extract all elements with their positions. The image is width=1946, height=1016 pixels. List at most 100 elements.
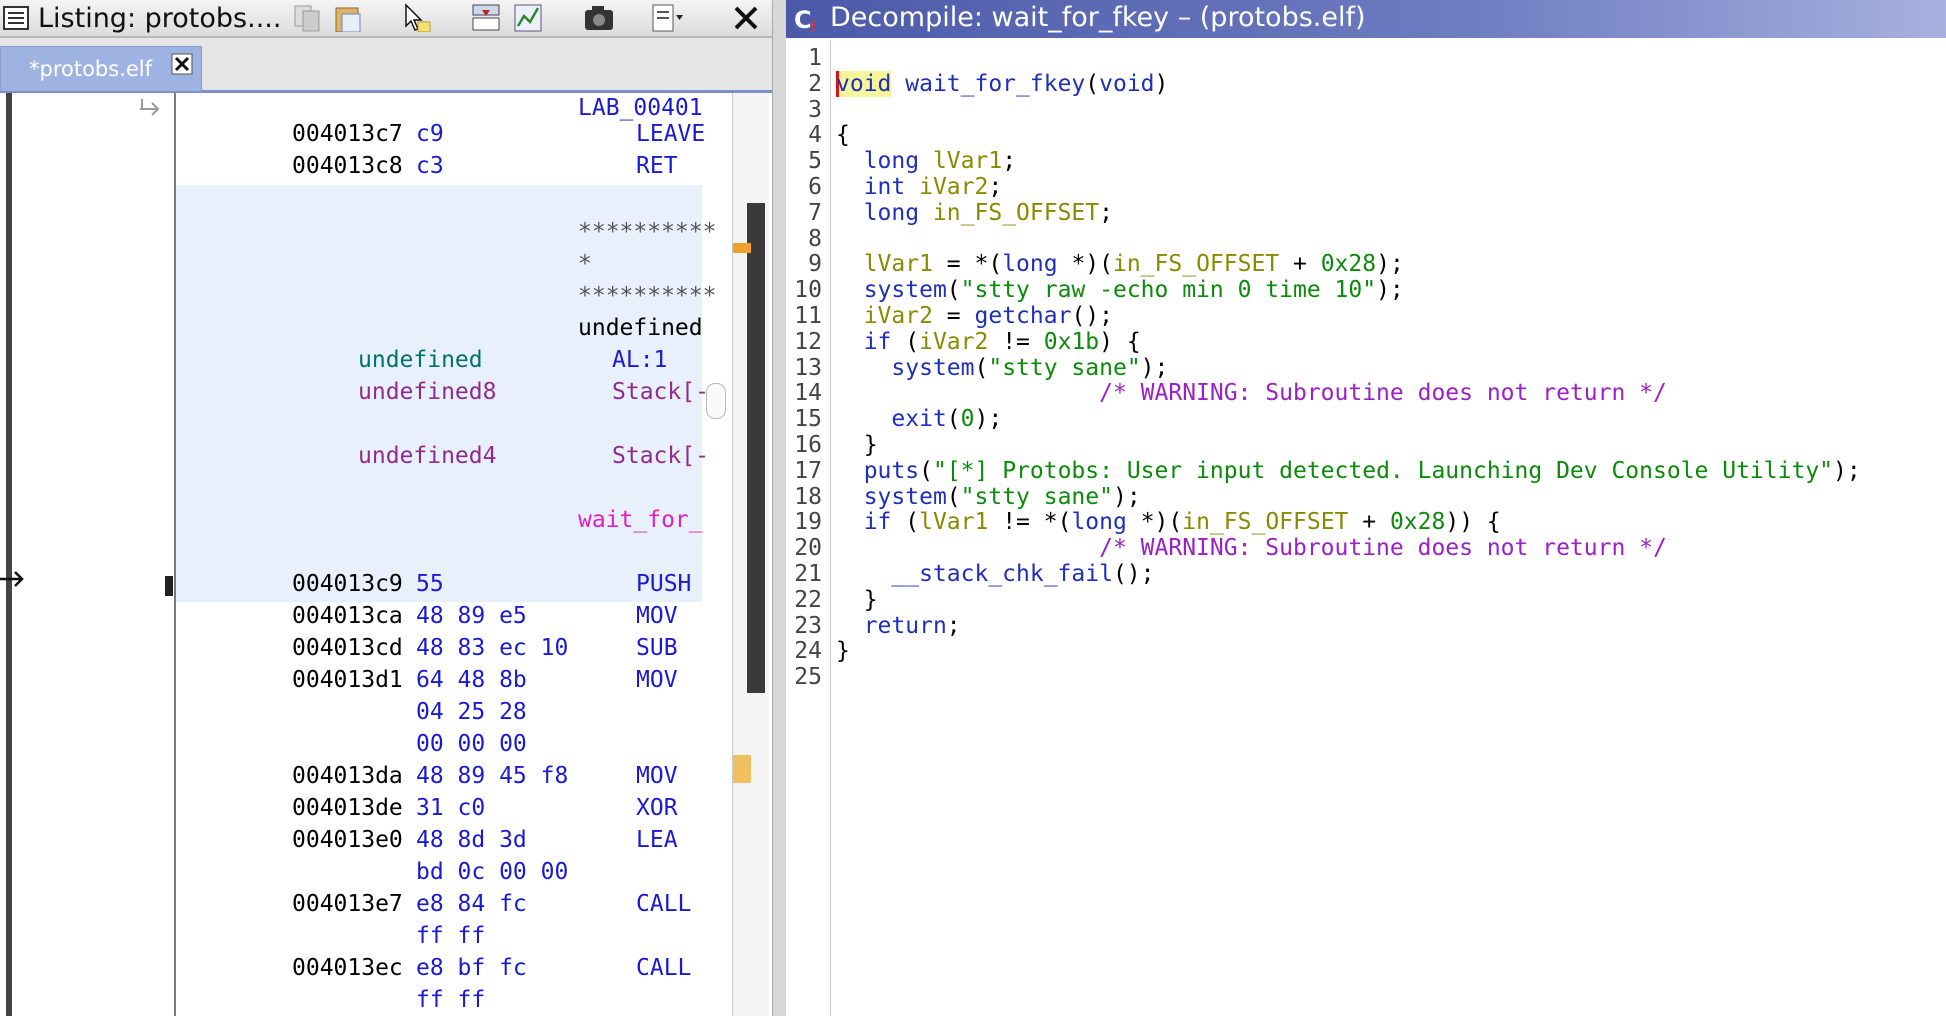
decompile-panel: C f Decompile: wait_for_fkey – (protobs.… <box>786 0 1946 1016</box>
tab-label: *protobs.elf <box>29 57 153 81</box>
listing-title: Listing: protobs.... <box>38 3 282 34</box>
local-location: Stack[- <box>612 379 709 405</box>
punctuation-token: } <box>836 638 850 665</box>
tab-bar: *protobs.elf <box>0 38 772 93</box>
listing-bytes: 00 00 00 <box>416 731 527 757</box>
punctuation-token <box>836 200 864 226</box>
listing-bytes: bd 0c 00 00 <box>416 859 569 885</box>
listing-mnemonic: CALL <box>636 891 692 917</box>
window-menu-icon[interactable] <box>650 2 684 32</box>
listing-bytes: 64 48 8b <box>416 667 527 693</box>
cursor-select-icon[interactable] <box>400 2 434 32</box>
flow-arrow-icon <box>140 99 160 116</box>
tab-protobs-elf[interactable]: *protobs.elf <box>0 46 202 91</box>
listing-mnemonic: MOV <box>636 667 678 693</box>
tab-close-icon[interactable] <box>171 53 193 75</box>
code-line[interactable]: return; <box>836 610 961 642</box>
svg-text:f: f <box>810 20 816 34</box>
comment-token[interactable]: /* WARNING: Subroutine does not return *… <box>1099 535 1667 561</box>
margin-stripe <box>6 93 12 1016</box>
punctuation-token: ); <box>974 406 1003 433</box>
code-line[interactable]: long in_FS_OFFSET; <box>836 197 1113 229</box>
marker-selection <box>733 755 751 783</box>
listing-bytes: ff ff <box>416 987 486 1013</box>
listing-comment-stars: ********** <box>578 219 717 245</box>
function-token[interactable]: __stack_chk_fail <box>891 561 1113 587</box>
local-type: undefined8 <box>358 379 497 405</box>
comment-token[interactable]: /* WARNING: Subroutine does not return *… <box>1099 380 1667 406</box>
decompile-title: Decompile: wait_for_fkey – (protobs.elf) <box>830 2 1366 33</box>
close-icon[interactable] <box>730 2 764 32</box>
listing-icon <box>3 6 29 30</box>
listing-mnemonic: MOV <box>636 763 678 789</box>
listing-mnemonic: CALL <box>636 955 692 981</box>
listing-mnemonic: LEA <box>636 827 678 853</box>
listing-bytes: c9 <box>416 121 444 147</box>
listing-row[interactable]: 004013cd <box>292 633 403 663</box>
listing-row[interactable]: 004013c9 <box>292 569 403 599</box>
cursor-marker <box>165 576 173 596</box>
marker-bookmark <box>733 243 751 253</box>
punctuation-token <box>919 200 933 226</box>
listing-row[interactable]: 004013e7 <box>292 889 403 919</box>
local-location: Stack[- <box>612 443 709 469</box>
scrollbar-thumb[interactable] <box>747 203 765 693</box>
chart-icon[interactable] <box>512 2 546 32</box>
listing-bytes: e8 bf fc <box>416 955 527 981</box>
listing-row[interactable]: 004013ca <box>292 601 403 631</box>
number-token[interactable]: 0 <box>961 406 975 432</box>
listing-row[interactable]: 004013ec <box>292 953 403 983</box>
flow-pointer-icon <box>0 571 24 587</box>
listing-bytes: 48 83 ec 10 <box>416 635 569 661</box>
listing-row[interactable]: 004013d1 <box>292 665 403 695</box>
keyword-token[interactable]: long <box>864 200 919 226</box>
code-line[interactable]: void wait_for_fkey(void) <box>836 68 1168 100</box>
paste-icon[interactable] <box>332 2 366 32</box>
keyword-token[interactable]: void <box>836 70 892 97</box>
line-number: 25 <box>794 664 822 691</box>
listing-comment-stars: * <box>578 251 592 277</box>
function-token[interactable]: wait_for_fkey <box>905 71 1085 97</box>
local-type: undefined4 <box>358 443 497 469</box>
overview-handle[interactable] <box>706 383 726 419</box>
listing-mnemonic: RET <box>636 153 678 179</box>
decompile-code[interactable]: 1 2 3 4 5 6 7 8 9 10 11 12 13 14 15 16 17 18 19 20 21 22 23 24 2… <box>786 40 1946 1016</box>
listing-row[interactable]: 004013da <box>292 761 403 791</box>
keyword-token[interactable]: void <box>1099 71 1154 97</box>
listing-mnemonic: LEAVE <box>636 121 706 147</box>
punctuation-token: (); <box>1112 561 1155 587</box>
listing-bytes: ff ff <box>416 923 486 949</box>
listing-row[interactable]: 004013c8 <box>292 151 403 181</box>
listing-bytes: 31 c0 <box>416 795 486 821</box>
listing-bytes: 48 8d 3d <box>416 827 527 853</box>
punctuation-token: ); <box>1833 457 1861 484</box>
code-line[interactable]: __stack_chk_fail(); <box>836 558 1155 590</box>
function-label[interactable]: wait_for_ <box>578 505 703 535</box>
listing-mnemonic: XOR <box>636 795 678 821</box>
listing-row[interactable]: 004013de <box>292 793 403 823</box>
listing-titlebar: Listing: protobs.... <box>0 0 772 38</box>
listing-code[interactable]: LAB_00401 004013c7 c9 LEAVE 004013c8 c3 … <box>176 93 732 1016</box>
function-signature[interactable]: undefined <box>578 313 703 343</box>
copy-icon[interactable] <box>292 2 326 32</box>
function-token[interactable]: exit <box>891 406 946 432</box>
camera-icon[interactable] <box>582 2 616 32</box>
param-location: AL:1 <box>612 347 668 373</box>
listing-comment-stars: ********** <box>578 283 717 309</box>
punctuation-token: ; <box>946 612 961 639</box>
keyword-token[interactable]: return <box>864 613 947 639</box>
punctuation-token: ( <box>946 406 961 433</box>
decompile-titlebar: C f Decompile: wait_for_fkey – (protobs.… <box>786 0 1946 38</box>
listing-bytes: 48 89 e5 <box>416 603 527 629</box>
listing-row[interactable]: 004013c7 <box>292 119 403 149</box>
variable-token[interactable]: in_FS_OFFSET <box>933 200 1099 226</box>
code-line[interactable]: } <box>836 635 850 667</box>
decompile-icon: C f <box>794 6 816 34</box>
listing-row[interactable]: 004013e0 <box>292 825 403 855</box>
listing-margin <box>0 93 176 1016</box>
listing-scrollbar[interactable] <box>732 93 769 1016</box>
punctuation-token: ) <box>1154 70 1169 97</box>
listing-bytes: 04 25 28 <box>416 699 527 725</box>
listing-mnemonic: SUB <box>636 635 678 661</box>
snapshot-icon[interactable] <box>470 2 504 32</box>
